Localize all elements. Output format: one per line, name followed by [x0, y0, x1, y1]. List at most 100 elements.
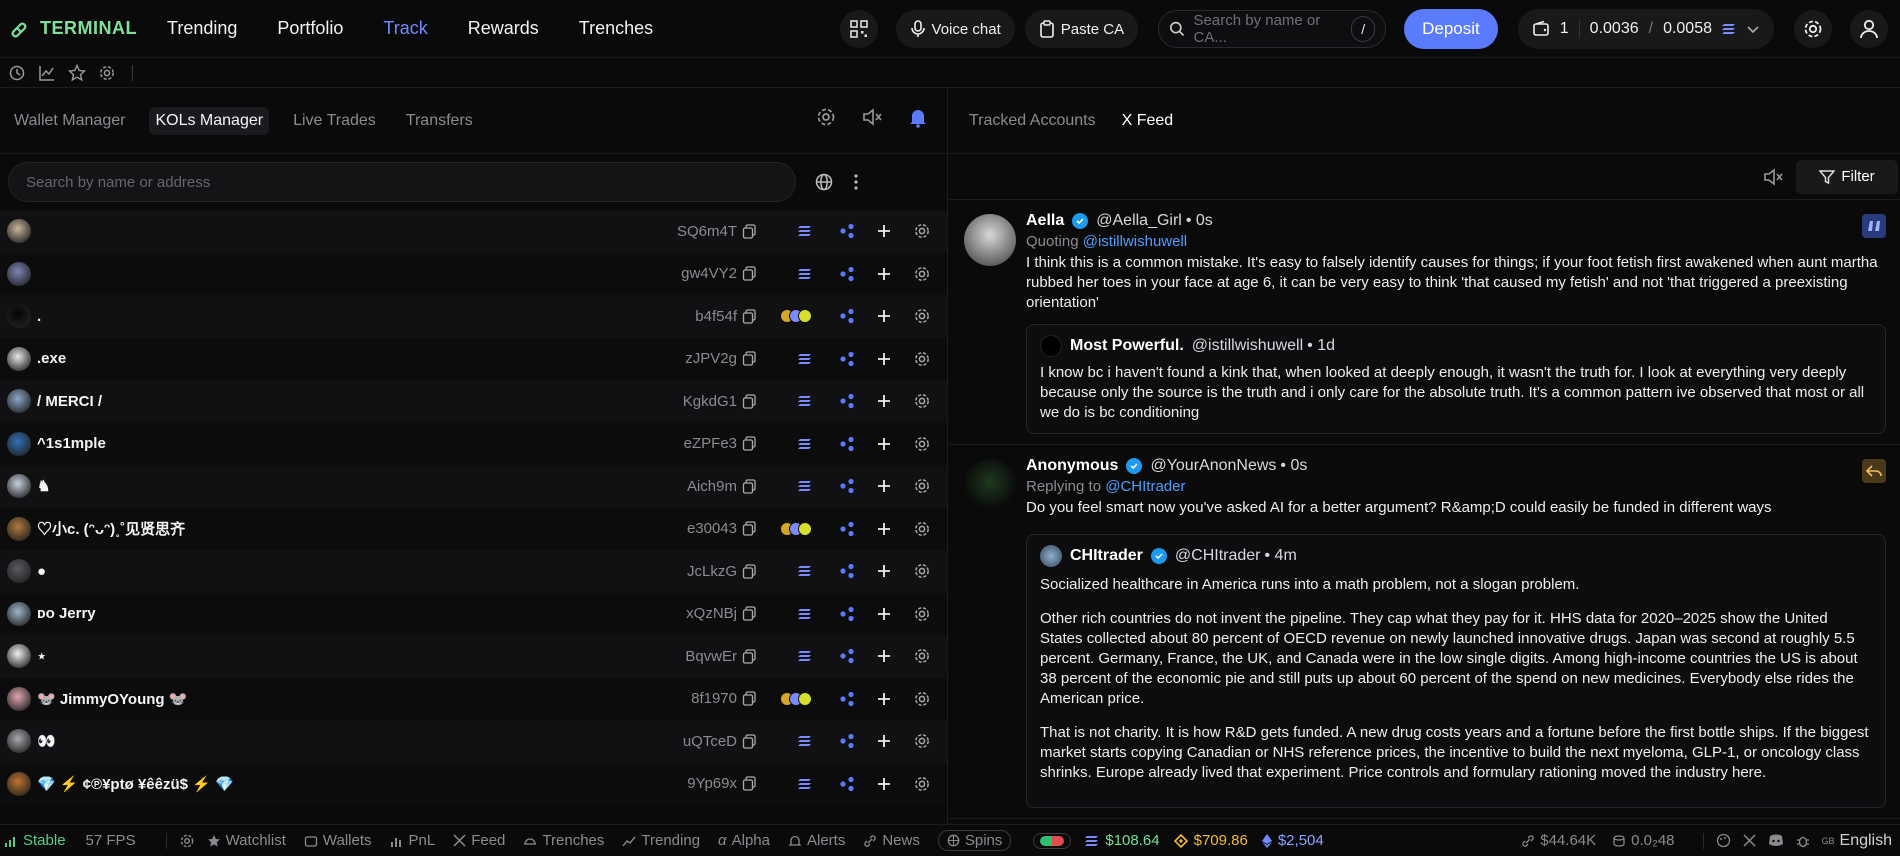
nav-track[interactable]: Track	[383, 18, 427, 39]
copy-icon[interactable]	[742, 351, 757, 366]
add-icon[interactable]	[877, 692, 891, 706]
filter-button[interactable]: Filter	[1796, 159, 1898, 194]
footer-pnl[interactable]: PnL	[390, 832, 435, 849]
kol-row[interactable]: .exe zJPV2g	[0, 337, 947, 380]
avatar[interactable]	[964, 459, 1016, 511]
quoted-post[interactable]: Most Powerful. @istillwishuwell • 1d I k…	[1026, 324, 1886, 434]
reply-parent-post[interactable]: CHItrader @CHItrader • 4m Socialized hea…	[1026, 534, 1886, 808]
settings-button[interactable]	[1794, 10, 1832, 48]
qr-scan-button[interactable]	[839, 10, 878, 48]
copy-icon[interactable]	[742, 564, 757, 579]
share-nodes-icon[interactable]	[839, 606, 855, 622]
copy-icon[interactable]	[742, 649, 757, 664]
avatar[interactable]	[7, 516, 31, 541]
gear-icon[interactable]	[913, 265, 931, 283]
kol-row[interactable]: ⋆ BqvwEr	[0, 635, 947, 678]
share-nodes-icon[interactable]	[839, 436, 855, 452]
avatar[interactable]	[964, 214, 1016, 266]
avatar[interactable]	[7, 431, 31, 456]
spins-button[interactable]: Spins	[937, 830, 1012, 851]
kol-row[interactable]: 🐭 JimmyOYoung 🐭 8f1970	[0, 677, 947, 720]
gear-icon[interactable]	[98, 64, 116, 82]
brand-logo[interactable]: TERMINAL	[8, 17, 137, 41]
quote-author-handle[interactable]: @istillwishuwell	[1192, 337, 1303, 355]
avatar[interactable]	[7, 261, 31, 286]
kol-row[interactable]: / MERCI / KgkdG1	[0, 380, 947, 423]
voice-chat-button[interactable]: Voice chat	[895, 10, 1015, 48]
author-handle[interactable]: @YourAnonNews	[1150, 457, 1276, 475]
share-nodes-icon[interactable]	[839, 223, 855, 239]
tab-kols-manager[interactable]: KOLs Manager	[149, 106, 270, 135]
share-nodes-icon[interactable]	[839, 648, 855, 664]
copy-icon[interactable]	[742, 309, 757, 324]
author-name[interactable]: Aella	[1026, 212, 1064, 230]
add-icon[interactable]	[877, 437, 891, 451]
add-icon[interactable]	[877, 224, 891, 238]
nav-rewards[interactable]: Rewards	[468, 18, 539, 39]
gear-icon[interactable]	[913, 732, 931, 750]
add-icon[interactable]	[877, 777, 891, 791]
avatar[interactable]	[7, 389, 31, 414]
add-icon[interactable]	[877, 267, 891, 281]
tab-wallet-manager[interactable]: Wallet Manager	[8, 107, 131, 135]
avatar[interactable]	[7, 559, 31, 584]
gear-icon[interactable]	[913, 605, 931, 623]
bug-icon[interactable]	[1796, 834, 1810, 848]
share-nodes-icon[interactable]	[839, 563, 855, 579]
footer-trending[interactable]: Trending	[622, 832, 700, 849]
kol-row[interactable]: ᴅᴏ Jerry xQzNBj	[0, 592, 947, 635]
add-icon[interactable]	[877, 734, 891, 748]
gear-icon[interactable]	[913, 562, 931, 580]
footer-news[interactable]: News	[863, 832, 920, 849]
gear-icon[interactable]	[913, 350, 931, 368]
copy-icon[interactable]	[742, 521, 757, 536]
copy-icon[interactable]	[742, 479, 757, 494]
kol-row[interactable]: ● JcLkzG	[0, 550, 947, 593]
author-handle[interactable]: @Aella_Girl	[1096, 212, 1182, 230]
parent-author-name[interactable]: CHItrader	[1070, 547, 1143, 565]
kol-row[interactable]: ♡小c. (ᵔᴗᵔ)˳˚见贤思齐 e30043	[0, 507, 947, 550]
bell-icon[interactable]	[907, 106, 929, 128]
more-vertical-icon[interactable]	[852, 172, 860, 192]
add-icon[interactable]	[877, 522, 891, 536]
avatar[interactable]	[7, 304, 31, 329]
footer-alpha[interactable]: α Alpha	[718, 832, 770, 849]
gear-icon[interactable]	[913, 775, 931, 793]
avatar[interactable]	[7, 219, 31, 244]
gear-icon[interactable]	[913, 690, 931, 708]
author-name[interactable]: Anonymous	[1026, 457, 1118, 475]
add-icon[interactable]	[877, 479, 891, 493]
copy-icon[interactable]	[742, 394, 757, 409]
discord-icon[interactable]	[1768, 834, 1784, 847]
footer-watchlist[interactable]: Watchlist	[207, 832, 286, 849]
gear-icon[interactable]	[913, 392, 931, 410]
avatar[interactable]	[7, 474, 31, 499]
reply-handle-link[interactable]: @CHItrader	[1105, 478, 1185, 495]
feed-post[interactable]: Anonymous @YourAnonNews • 0s Replying to…	[949, 445, 1900, 819]
add-icon[interactable]	[877, 394, 891, 408]
share-nodes-icon[interactable]	[839, 691, 855, 707]
avatar[interactable]	[7, 601, 31, 626]
feed-post[interactable]: Aella @Aella_Girl • 0s Quoting @istillwi…	[949, 200, 1900, 445]
share-nodes-icon[interactable]	[839, 733, 855, 749]
share-nodes-icon[interactable]	[839, 521, 855, 537]
share-nodes-icon[interactable]	[839, 478, 855, 494]
speaker-muted-icon[interactable]	[861, 106, 883, 128]
gear-icon[interactable]	[913, 307, 931, 325]
copy-icon[interactable]	[742, 224, 757, 239]
copy-icon[interactable]	[742, 266, 757, 281]
copy-icon[interactable]	[742, 776, 757, 791]
avatar[interactable]	[7, 686, 31, 711]
gear-icon[interactable]	[913, 435, 931, 453]
copy-icon[interactable]	[742, 436, 757, 451]
share-nodes-icon[interactable]	[839, 351, 855, 367]
gear-icon[interactable]	[913, 647, 931, 665]
tab-live-trades[interactable]: Live Trades	[287, 107, 382, 135]
speaker-muted-icon[interactable]	[1762, 166, 1784, 188]
parent-author-handle[interactable]: @CHItrader	[1175, 547, 1261, 565]
kol-row[interactable]: SQ6m4T	[0, 210, 947, 253]
add-icon[interactable]	[877, 564, 891, 578]
add-icon[interactable]	[877, 607, 891, 621]
tab-tracked-accounts[interactable]: Tracked Accounts	[969, 112, 1096, 130]
share-nodes-icon[interactable]	[839, 308, 855, 324]
